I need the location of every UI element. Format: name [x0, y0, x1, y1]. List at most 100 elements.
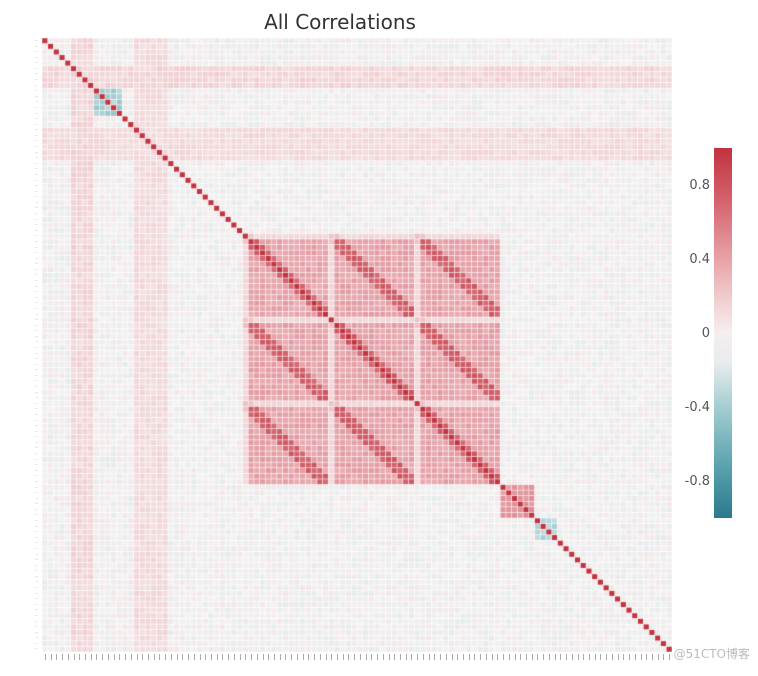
y-tick-label: — — [35, 183, 38, 187]
y-tick-label: — — [35, 524, 38, 528]
y-tick-label: — — [35, 384, 38, 388]
x-tick-mark — [423, 654, 424, 660]
y-tick-label: — — [35, 468, 38, 472]
x-tick-mark — [440, 654, 441, 660]
x-tick-mark — [119, 654, 120, 660]
y-tick-label: — — [35, 568, 38, 572]
x-tick-mark — [354, 654, 355, 660]
y-tick-label: — — [35, 390, 38, 394]
y-tick-label: — — [35, 596, 38, 600]
y-tick-label: — — [35, 512, 38, 516]
x-tick-mark — [56, 654, 57, 660]
y-tick-label: — — [35, 579, 38, 583]
y-tick-label: — — [35, 485, 38, 489]
y-tick-label: — — [35, 418, 38, 422]
x-tick-mark — [555, 654, 556, 660]
colorbar-tick-label: -0.8 — [668, 474, 710, 489]
y-tick-label: — — [35, 624, 38, 628]
y-tick-label: — — [35, 557, 38, 561]
x-tick-mark — [211, 654, 212, 660]
x-tick-mark — [446, 654, 447, 660]
y-tick-label: — — [35, 278, 38, 282]
x-tick-mark — [520, 654, 521, 660]
y-tick-label: — — [35, 434, 38, 438]
y-tick-label: — — [35, 55, 38, 59]
y-tick-label: — — [35, 295, 38, 299]
y-tick-label: — — [35, 356, 38, 360]
x-tick-mark — [194, 654, 195, 660]
y-tick-label: — — [35, 423, 38, 427]
y-tick-label: — — [35, 641, 38, 645]
y-tick-label: — — [35, 630, 38, 634]
y-tick-label: — — [35, 646, 38, 650]
y-tick-label: — — [35, 312, 38, 316]
x-tick-mark — [457, 654, 458, 660]
y-tick-label: — — [35, 127, 38, 131]
x-tick-mark — [583, 654, 584, 660]
x-tick-mark — [45, 654, 46, 660]
x-tick-mark — [366, 654, 367, 660]
y-tick-label: — — [35, 138, 38, 142]
x-tick-mark — [492, 654, 493, 660]
y-tick-label: — — [35, 518, 38, 522]
y-tick-label: — — [35, 211, 38, 215]
y-tick-label: — — [35, 66, 38, 70]
y-tick-label: — — [35, 602, 38, 606]
y-tick-label: — — [35, 284, 38, 288]
y-tick-label: — — [35, 585, 38, 589]
x-tick-mark — [371, 654, 372, 660]
y-axis-ticks: ————————————————————————————————————————… — [6, 38, 40, 652]
x-tick-mark — [74, 654, 75, 660]
x-tick-mark — [291, 654, 292, 660]
x-tick-mark — [560, 654, 561, 660]
x-tick-mark — [646, 654, 647, 660]
y-tick-label: — — [35, 272, 38, 276]
y-tick-label: — — [35, 317, 38, 321]
y-tick-label: — — [35, 490, 38, 494]
x-tick-mark — [394, 654, 395, 660]
x-tick-mark — [452, 654, 453, 660]
x-tick-mark — [62, 654, 63, 660]
colorbar-tick-label: -0.4 — [668, 400, 710, 415]
y-tick-label: — — [35, 457, 38, 461]
x-tick-mark — [154, 654, 155, 660]
y-tick-label: — — [35, 38, 38, 42]
x-tick-mark — [114, 654, 115, 660]
x-tick-mark — [612, 654, 613, 660]
x-tick-mark — [217, 654, 218, 660]
x-tick-mark — [331, 654, 332, 660]
y-tick-label: — — [35, 77, 38, 81]
y-tick-label: — — [35, 111, 38, 115]
y-tick-label: — — [35, 256, 38, 260]
y-tick-label: — — [35, 49, 38, 53]
x-tick-mark — [240, 654, 241, 660]
x-tick-mark — [480, 654, 481, 660]
x-tick-mark — [411, 654, 412, 660]
y-tick-label: — — [35, 351, 38, 355]
x-tick-mark — [572, 654, 573, 660]
y-tick-label: — — [35, 189, 38, 193]
y-tick-label: — — [35, 122, 38, 126]
x-tick-mark — [515, 654, 516, 660]
x-tick-mark — [142, 654, 143, 660]
y-tick-label: — — [35, 362, 38, 366]
y-tick-label: — — [35, 200, 38, 204]
x-tick-mark — [308, 654, 309, 660]
y-tick-label: — — [35, 401, 38, 405]
y-tick-label: — — [35, 334, 38, 338]
y-tick-label: — — [35, 178, 38, 182]
x-tick-mark — [389, 654, 390, 660]
x-tick-mark — [486, 654, 487, 660]
x-tick-mark — [96, 654, 97, 660]
x-tick-mark — [652, 654, 653, 660]
x-tick-mark — [274, 654, 275, 660]
y-tick-label: — — [35, 239, 38, 243]
x-tick-mark — [91, 654, 92, 660]
y-tick-label: — — [35, 306, 38, 310]
y-tick-label: — — [35, 166, 38, 170]
x-tick-mark — [383, 654, 384, 660]
x-tick-mark — [245, 654, 246, 660]
x-tick-mark — [474, 654, 475, 660]
y-tick-label: — — [35, 339, 38, 343]
y-tick-label: — — [35, 563, 38, 567]
